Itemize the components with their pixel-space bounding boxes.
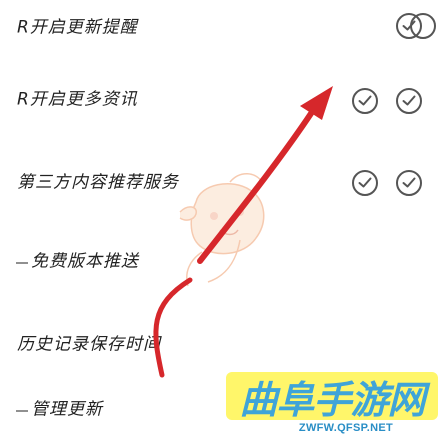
setting-row-free-version-push[interactable]: 免费版本推送 — [0, 236, 443, 288]
check-circle-icon — [358, 177, 372, 188]
setting-row-update-reminder[interactable]: R开启更新提醒 — [0, 2, 443, 54]
toggle-extra[interactable] — [352, 88, 378, 114]
setting-row-history-retention[interactable]: 历史记录保存时间 — [0, 319, 443, 371]
setting-row-manage-updates[interactable]: 管理更新 — [0, 384, 443, 436]
setting-label: 管理更新 — [15, 401, 103, 419]
toggle-third-party-content[interactable] — [396, 170, 422, 196]
annotation-overlay — [153, 86, 333, 378]
toggle-corner[interactable] — [410, 13, 436, 39]
toggle-more-news[interactable] — [396, 88, 422, 114]
setting-label: R开启更新提醒 — [17, 17, 138, 38]
check-circle-icon — [402, 95, 416, 106]
setting-label: 历史记录保存时间 — [17, 334, 161, 355]
toggle-free-version-push[interactable] — [352, 170, 378, 196]
check-circle-icon — [402, 177, 416, 188]
setting-label: 第三方内容推荐服务 — [17, 172, 179, 193]
setting-label: 免费版本推送 — [15, 253, 139, 271]
setting-label: R开启更多资讯 — [17, 89, 138, 110]
check-circle-icon — [358, 95, 372, 106]
